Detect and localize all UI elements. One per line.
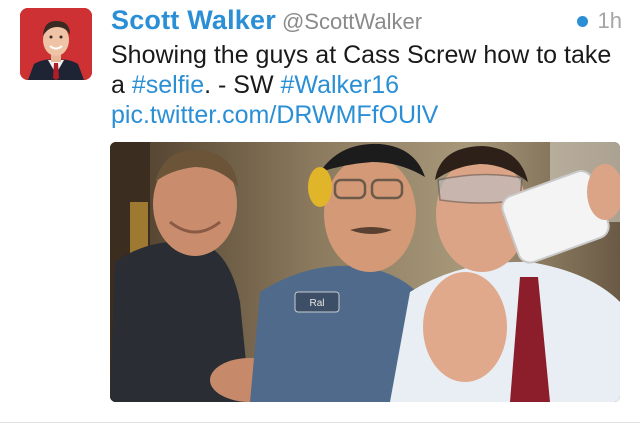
hashtag-walker16[interactable]: #Walker16 [281,71,400,99]
unread-dot-icon [576,15,588,27]
avatar-image [20,8,92,80]
name-tag-label: Ral [309,298,324,309]
tweet-meta: 1h [576,8,622,34]
media-link[interactable]: pic.twitter.com/DRWMFfOUlV [111,101,438,129]
tweet-header: Scott Walker @ScottWalker [111,5,622,39]
photo-image: Ral [110,142,620,402]
timestamp: 1h [597,8,622,33]
avatar[interactable] [20,8,92,80]
hashtag-selfie[interactable]: #selfie [132,71,204,99]
tweet-text-part2: . - SW [204,71,281,99]
tweet-text: Showing the guys at Cass Screw how to ta… [111,40,621,130]
display-name[interactable]: Scott Walker [111,5,276,36]
tweet-cell[interactable]: Scott Walker @ScottWalker 1h Showing the… [0,0,640,423]
user-handle[interactable]: @ScottWalker [282,9,422,35]
media-photo[interactable]: Ral [110,142,620,402]
